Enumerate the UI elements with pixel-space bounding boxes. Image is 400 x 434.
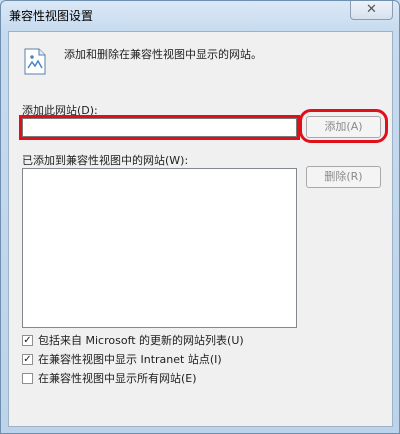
web-page-icon — [24, 48, 46, 75]
dialog-body: 添加和删除在兼容性视图中显示的网站。 添加此网站(D): 添加(A) 已添加到兼… — [8, 31, 393, 427]
added-sites-label: 已添加到兼容性视图中的网站(W): — [22, 154, 189, 167]
remove-button[interactable]: 删除(R) — [306, 166, 381, 188]
checkbox-intranet[interactable]: ✓ — [22, 353, 33, 365]
option-all-sites[interactable]: 在兼容性视图中显示所有网站(E) — [22, 370, 197, 386]
option-microsoft-list[interactable]: ✓ 包括来自 Microsoft 的更新的网站列表(U) — [22, 332, 244, 348]
checkbox-microsoft-list[interactable]: ✓ — [22, 334, 33, 346]
checkbox-all-sites[interactable] — [22, 372, 33, 384]
add-site-label: 添加此网站(D): — [22, 104, 98, 117]
close-button[interactable]: ✕ — [350, 1, 393, 20]
add-button-highlight-annotation — [299, 109, 388, 143]
dialog-window: 兼容性视图设置 ✕ 添加和删除在兼容性视图中显示的网站。 添加此网站(D): 添… — [0, 0, 400, 434]
dialog-description: 添加和删除在兼容性视图中显示的网站。 — [64, 48, 262, 61]
option-microsoft-list-label: 包括来自 Microsoft 的更新的网站列表(U) — [38, 334, 244, 347]
option-intranet-label: 在兼容性视图中显示 Intranet 站点(I) — [38, 353, 222, 366]
option-all-sites-label: 在兼容性视图中显示所有网站(E) — [38, 372, 197, 385]
window-title: 兼容性视图设置 — [9, 9, 94, 23]
option-intranet[interactable]: ✓ 在兼容性视图中显示 Intranet 站点(I) — [22, 351, 222, 367]
close-icon: ✕ — [366, 2, 377, 17]
added-sites-list[interactable] — [22, 168, 297, 328]
add-site-input[interactable] — [19, 115, 300, 140]
